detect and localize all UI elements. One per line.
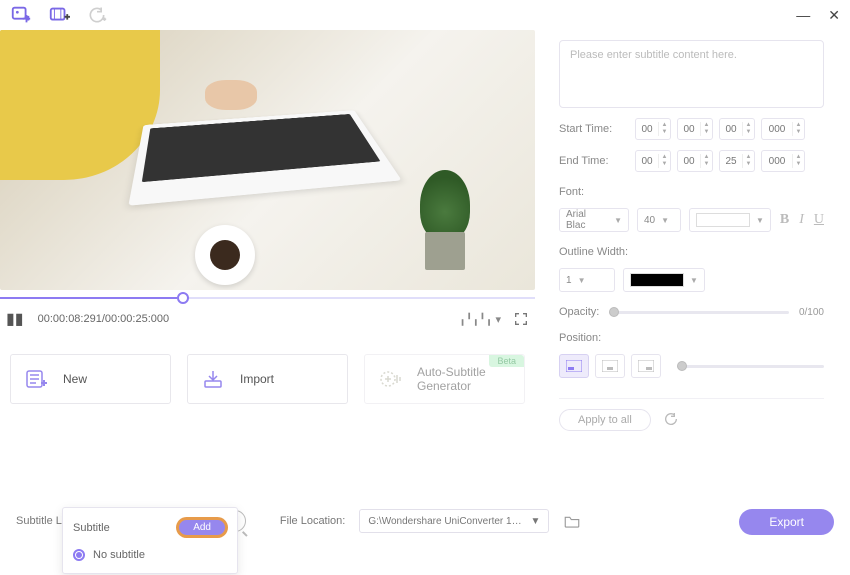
start-min-stepper[interactable]: ▲▼ [677,118,713,140]
position-label: Position: [559,332,824,344]
import-subtitle-card[interactable]: Import [187,354,348,404]
reset-button[interactable] [663,411,679,430]
opacity-value: 0/100 [799,307,824,318]
new-file-icon [25,369,49,389]
position-left-button[interactable] [559,354,589,378]
subtitle-dropdown: Subtitle Add No subtitle [62,507,238,574]
add-clip-icon[interactable] [48,4,70,26]
pause-button[interactable]: ▮▮ [6,309,24,329]
opacity-label: Opacity: [559,306,599,318]
opacity-slider[interactable] [609,311,789,314]
font-label: Font: [559,186,824,198]
radio-icon [73,549,85,561]
outline-width-select[interactable]: 1▼ [559,268,615,292]
position-right-button[interactable] [631,354,661,378]
timecode: 00:00:08:291/00:00:25:000 [38,313,170,325]
refresh-add-icon[interactable] [86,4,108,26]
end-min-stepper[interactable]: ▲▼ [677,150,713,172]
italic-button[interactable]: I [799,212,804,228]
card-label: Auto-Subtitle Generator [417,365,510,393]
end-hour-stepper[interactable]: ▲▼ [635,150,671,172]
import-icon [202,369,226,389]
apply-to-all-button[interactable]: Apply to all [559,409,651,431]
video-preview[interactable] [0,30,535,290]
underline-button[interactable]: U [814,212,824,228]
subtitle-option-none[interactable]: No subtitle [63,543,237,567]
position-slider[interactable] [677,365,824,368]
start-ms-stepper[interactable]: ▲▼ [761,118,805,140]
font-size-select[interactable]: 40▼ [637,208,681,232]
add-image-icon[interactable] [10,4,32,26]
close-button[interactable]: ✕ [828,7,840,24]
position-center-button[interactable] [595,354,625,378]
card-label: Import [240,372,274,386]
add-subtitle-button[interactable]: Add [177,518,227,537]
timeline-scrubber[interactable] [0,294,535,302]
start-hour-stepper[interactable]: ▲▼ [635,118,671,140]
font-color-select[interactable]: ▼ [689,208,771,232]
outline-width-label: Outline Width: [559,246,824,258]
outline-color-select[interactable]: ▼ [623,268,705,292]
end-ms-stepper[interactable]: ▲▼ [761,150,805,172]
file-location-label: File Location: [280,509,345,533]
export-button[interactable]: Export [739,509,834,535]
open-folder-button[interactable] [563,513,581,532]
start-time-label: Start Time: [559,123,629,135]
waveform-toggle[interactable]: ╻╹╻╹╻ ▾ [459,313,501,326]
dropdown-header: Subtitle [73,522,110,534]
bold-button[interactable]: B [780,212,789,228]
end-sec-stepper[interactable]: ▲▼ [719,150,755,172]
font-family-select[interactable]: Arial Blac▼ [559,208,629,232]
end-time-label: End Time: [559,155,629,167]
subtitle-content-input[interactable] [559,40,824,108]
new-subtitle-card[interactable]: New [10,354,171,404]
ai-voice-icon [379,369,403,389]
card-label: New [63,372,87,386]
beta-badge: Beta [489,355,524,367]
file-location-select[interactable]: G:\Wondershare UniConverter 13\SubEd▼ [359,509,549,533]
minimize-button[interactable]: — [796,7,810,23]
start-sec-stepper[interactable]: ▲▼ [719,118,755,140]
fullscreen-button[interactable] [513,311,529,327]
auto-subtitle-card[interactable]: Beta Auto-Subtitle Generator [364,354,525,404]
